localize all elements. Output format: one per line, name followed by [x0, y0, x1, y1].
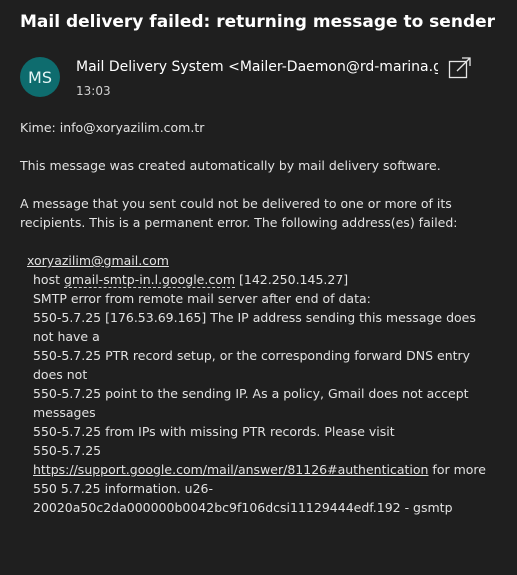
open-in-new-window-icon[interactable] — [448, 56, 472, 80]
sender-address[interactable]: <Mailer-Daemon@rd-marina.gu — [228, 59, 438, 75]
sender-name[interactable]: Mail Delivery System — [76, 59, 224, 75]
recipient-address[interactable]: info@xoryazilim.com.tr — [60, 120, 205, 135]
avatar-initials: MS — [28, 67, 52, 87]
host-name-link[interactable]: gmail-smtp-in.l.google.com — [63, 272, 236, 288]
message-body: Kime: info@xoryazilim.com.tr This messag… — [20, 118, 500, 517]
message-subject: Mail delivery failed: returning message … — [20, 12, 496, 32]
recipient-label: Kime: — [20, 120, 56, 135]
error-line-2: 550-5.7.25 PTR record setup, or the corr… — [33, 348, 471, 382]
error-line-6: 550 5.7.25 information. u26-20020a50c2da… — [33, 481, 453, 515]
error-line-5-suffix: for more — [428, 462, 486, 477]
error-line-5: 550-5.7.25 https://support.google.com/ma… — [20, 441, 500, 479]
support-link[interactable]: https://support.google.com/mail/answer/8… — [33, 462, 428, 477]
body-line-intro: This message was created automatically b… — [20, 158, 441, 173]
sender-line[interactable]: Mail Delivery System <Mailer-Daemon@rd-m… — [76, 59, 438, 75]
host-line: host gmail-smtp-in.l.google.com [142.250… — [20, 270, 500, 289]
host-ip: [142.250.145.27] — [235, 272, 349, 287]
avatar[interactable]: MS — [20, 57, 60, 97]
failed-address-line: xoryazilim@gmail.com — [20, 251, 500, 270]
message-time: 13:03 — [76, 84, 111, 98]
smtp-error-line: SMTP error from remote mail server after… — [33, 291, 371, 306]
body-line-error-summary: A message that you sent could not be del… — [20, 196, 458, 230]
error-line-4: 550-5.7.25 from IPs with missing PTR rec… — [33, 424, 395, 439]
error-line-1: 550-5.7.25 [176.53.69.165] The IP addres… — [33, 310, 476, 344]
host-prefix: host — [33, 272, 64, 287]
error-line-5-prefix: 550-5.7.25 — [33, 443, 102, 458]
error-line-3: 550-5.7.25 point to the sending IP. As a… — [33, 386, 469, 420]
failed-address-link[interactable]: xoryazilim@gmail.com — [27, 253, 169, 268]
recipient-line: Kime: info@xoryazilim.com.tr — [20, 118, 500, 137]
